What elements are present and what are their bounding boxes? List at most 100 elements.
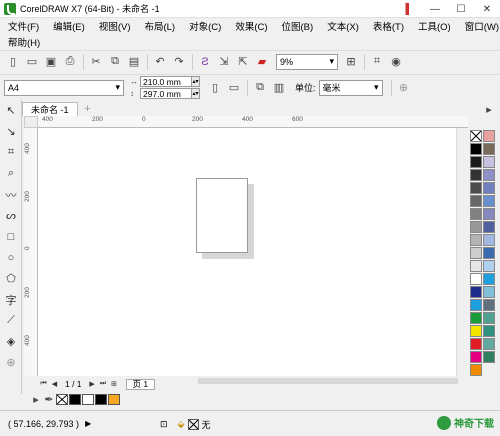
color-swatch[interactable]: [483, 312, 495, 324]
artistic-media-icon[interactable]: ᔕ: [0, 205, 22, 226]
maximize-button[interactable]: ☐: [448, 0, 474, 18]
color-swatch[interactable]: [483, 156, 495, 168]
color-swatch[interactable]: [483, 325, 495, 337]
add-icon[interactable]: ⊕: [395, 79, 413, 97]
document-tab[interactable]: 未命名 -1: [22, 102, 78, 116]
color-swatch[interactable]: [470, 338, 482, 350]
color-swatch[interactable]: [483, 182, 495, 194]
horizontal-scrollbar[interactable]: [190, 376, 468, 386]
color-swatch[interactable]: [483, 338, 495, 350]
import-icon[interactable]: ⇲: [215, 53, 233, 71]
unit-select[interactable]: 毫米 ▾: [318, 79, 383, 96]
prev-page-icon[interactable]: ◀: [49, 379, 60, 390]
publish-pdf-icon[interactable]: ▰: [253, 53, 271, 71]
color-swatch[interactable]: [470, 247, 482, 259]
recent-color-swatch[interactable]: [108, 393, 120, 405]
color-swatch[interactable]: [470, 208, 482, 220]
color-swatch[interactable]: [483, 273, 495, 285]
landscape-icon[interactable]: ▭: [225, 79, 243, 97]
width-stepper[interactable]: ▴▾: [192, 76, 200, 87]
vertical-scrollbar[interactable]: [456, 128, 468, 376]
open-icon[interactable]: ▭: [23, 53, 41, 71]
color-swatch[interactable]: [483, 351, 495, 363]
color-swatch[interactable]: [483, 247, 495, 259]
polygon-tool-icon[interactable]: ⬠: [0, 268, 22, 289]
menu-item[interactable]: 文本(X): [327, 19, 359, 33]
next-page-icon[interactable]: ▶: [87, 379, 98, 390]
zoom-tool-icon[interactable]: ⌕: [0, 163, 22, 184]
cut-icon[interactable]: ✂: [87, 53, 105, 71]
print-icon[interactable]: ⎙: [61, 53, 79, 71]
drawing-page[interactable]: [196, 178, 248, 253]
color-swatch[interactable]: [470, 195, 482, 207]
undo-icon[interactable]: ↶: [151, 53, 169, 71]
full-screen-icon[interactable]: ⊞: [342, 53, 360, 71]
menu-item[interactable]: 位图(B): [282, 19, 314, 33]
ellipse-tool-icon[interactable]: ○: [0, 247, 22, 268]
menu-item[interactable]: 编辑(E): [53, 19, 85, 33]
color-swatch[interactable]: [483, 130, 495, 142]
color-swatch[interactable]: [483, 286, 495, 298]
minimize-button[interactable]: —: [422, 0, 448, 18]
new-tab-icon[interactable]: +: [81, 102, 95, 116]
color-swatch[interactable]: [470, 234, 482, 246]
height-stepper[interactable]: ▴▾: [192, 88, 200, 99]
menu-item[interactable]: 对象(C): [189, 19, 221, 33]
no-color-swatch[interactable]: [470, 130, 482, 142]
page-tab[interactable]: 页 1: [125, 378, 156, 390]
corel-connect-icon[interactable]: Ƨ: [196, 53, 214, 71]
snap-to-icon[interactable]: ⌗: [368, 53, 386, 71]
palette-arrow-icon[interactable]: ▸: [480, 100, 498, 118]
save-icon[interactable]: ▣: [42, 53, 60, 71]
recent-color-swatch[interactable]: [69, 393, 81, 405]
vertical-ruler[interactable]: 400 200 0 200 400: [24, 128, 38, 376]
color-swatch[interactable]: [470, 156, 482, 168]
color-swatch[interactable]: [470, 273, 482, 285]
copy-icon[interactable]: ⧉: [106, 53, 124, 71]
color-swatch[interactable]: [470, 364, 482, 376]
export-icon[interactable]: ⇱: [234, 53, 252, 71]
menu-item[interactable]: 文件(F): [8, 19, 39, 33]
rectangle-tool-icon[interactable]: □: [0, 226, 22, 247]
first-page-icon[interactable]: ⏮: [38, 379, 49, 390]
color-swatch[interactable]: [470, 325, 482, 337]
color-swatch[interactable]: [483, 221, 495, 233]
color-swatch[interactable]: [483, 195, 495, 207]
interactive-fill-icon[interactable]: ◈: [0, 331, 22, 352]
menu-item[interactable]: 窗口(W): [465, 19, 499, 33]
color-swatch[interactable]: [483, 169, 495, 181]
horizontal-ruler[interactable]: 400 200 0 200 400 600: [38, 116, 468, 128]
color-swatch[interactable]: [470, 299, 482, 311]
page-size-select[interactable]: A4 ▾: [4, 79, 124, 96]
color-swatch[interactable]: [470, 169, 482, 181]
palette-menu-icon[interactable]: ▸: [30, 390, 42, 408]
eyedropper-icon[interactable]: ✒: [43, 390, 55, 408]
shape-tool-icon[interactable]: ↘: [0, 121, 22, 142]
help-icon[interactable]: ▌: [396, 0, 422, 18]
color-swatch[interactable]: [483, 260, 495, 272]
portrait-icon[interactable]: ▯: [206, 79, 224, 97]
menu-item[interactable]: 视图(V): [99, 19, 131, 33]
ruler-origin[interactable]: [24, 116, 38, 128]
dimension-tool-icon[interactable]: ⟋: [0, 310, 22, 331]
color-swatch[interactable]: [483, 208, 495, 220]
current-page-icon[interactable]: ▥: [270, 79, 288, 97]
menu-item[interactable]: 效果(C): [235, 19, 267, 33]
add-tool-icon[interactable]: ⊕: [0, 352, 22, 373]
crop-tool-icon[interactable]: ⌗: [0, 142, 22, 163]
color-swatch[interactable]: [483, 299, 495, 311]
color-swatch[interactable]: [470, 286, 482, 298]
play-icon[interactable]: ▶: [85, 419, 95, 429]
text-tool-icon[interactable]: 字: [0, 289, 22, 310]
pick-tool-icon[interactable]: ↖: [0, 100, 22, 121]
width-input[interactable]: 210.0 mm: [140, 76, 192, 87]
color-swatch[interactable]: [470, 351, 482, 363]
recent-color-swatch[interactable]: [82, 393, 94, 405]
paste-icon[interactable]: ▤: [125, 53, 143, 71]
height-input[interactable]: 297.0 mm: [140, 88, 192, 99]
no-color-swatch[interactable]: [56, 393, 68, 405]
color-swatch[interactable]: [483, 234, 495, 246]
menu-item[interactable]: 工具(O): [418, 19, 451, 33]
color-swatch[interactable]: [470, 143, 482, 155]
all-pages-icon[interactable]: ⧉: [251, 79, 269, 97]
